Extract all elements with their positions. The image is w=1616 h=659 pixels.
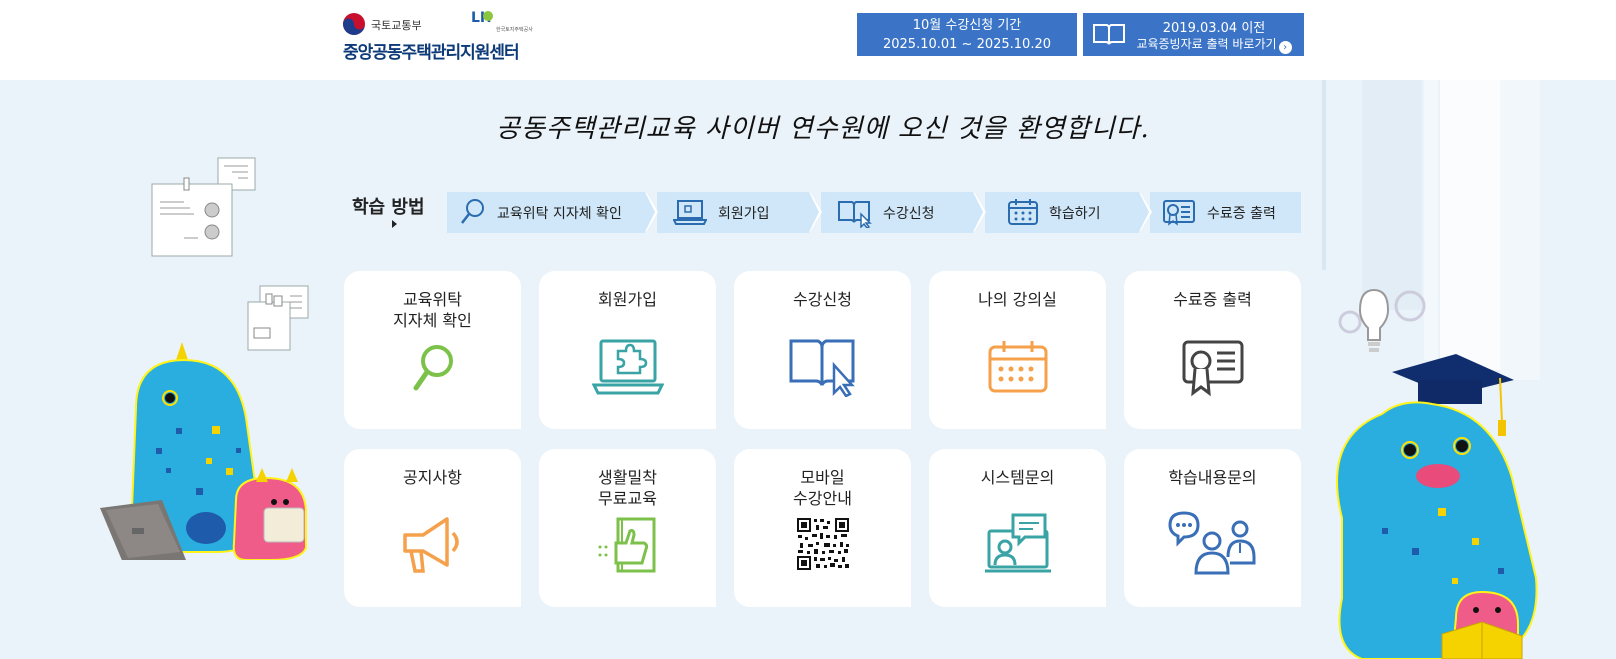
card-system-inquiry[interactable]: 시스템문의 xyxy=(929,449,1106,607)
card-sign-up[interactable]: 회원가입 xyxy=(539,271,716,429)
card-title: 모바일수강안내 xyxy=(734,467,911,509)
calendar-icon xyxy=(988,341,1047,393)
triangle-right-icon xyxy=(392,220,397,228)
chevron-right-icon: › xyxy=(1278,41,1292,54)
enrollment-period-button[interactable]: 10월 수강신청 기간 2025.10.01 ~ 2025.10.20 xyxy=(857,13,1077,56)
step-label: 수료증 출력 xyxy=(1207,206,1276,222)
laptop-icon xyxy=(673,200,707,225)
card-my-classroom[interactable]: 나의 강의실 xyxy=(929,271,1106,429)
card-title: 수료증 출력 xyxy=(1124,289,1301,310)
cert-button-label: 교육증빙자료 출력 바로가기 xyxy=(1136,37,1277,51)
book-cursor-icon xyxy=(838,201,872,228)
lh-logo-dot xyxy=(483,11,493,21)
period-title: 10월 수강신청 기간 xyxy=(912,18,1022,33)
card-title-line1: 수강신청 xyxy=(793,290,852,309)
period-dates: 2025.10.01 ~ 2025.10.20 xyxy=(882,37,1052,52)
card-title-line1: 학습내용문의 xyxy=(1168,468,1257,487)
open-book-icon xyxy=(1093,24,1125,45)
lh-subtitle: 한국토지주택공사 xyxy=(496,27,533,33)
certificate-icon xyxy=(1182,340,1243,397)
card-title: 시스템문의 xyxy=(929,467,1106,488)
cert-button-label-wrap: 교육증빙자료 출력 바로가기 › xyxy=(1131,35,1297,54)
monitor-chat-icon xyxy=(984,513,1051,573)
step-enroll: 수강신청 xyxy=(821,192,986,233)
search-icon xyxy=(461,199,484,224)
card-title-line1: 시스템문의 xyxy=(980,468,1055,487)
card-title-line1: 모바일 xyxy=(800,468,845,487)
document-illustration xyxy=(151,157,256,257)
certificate-icon xyxy=(1163,200,1195,226)
card-notice[interactable]: 공지사항 xyxy=(344,449,521,607)
step-label: 교육위탁 지자체 확인 xyxy=(497,206,622,222)
main-content: 공동주택관리교육 사이버 연수원에 오신 것을 환영합니다. 학습 방법 교육위… xyxy=(0,80,1616,659)
blue-mascot-with-laptop xyxy=(100,342,307,560)
cert-button-date: 2019.03.04 이전 xyxy=(1162,21,1266,36)
site-header: 국토교통부 LH 한국토지주택공사 중앙공동주택관리지원센터 10월 수강신청 … xyxy=(0,0,1616,80)
card-title: 공지사항 xyxy=(344,467,521,488)
card-title: 생활밀착무료교육 xyxy=(539,467,716,509)
step-study: 학습하기 xyxy=(985,192,1152,233)
card-title: 수강신청 xyxy=(734,289,911,310)
card-title-line1: 공지사항 xyxy=(403,468,462,487)
card-title-line2: 지자체 확인 xyxy=(393,311,472,330)
card-title-line2: 무료교육 xyxy=(598,489,657,508)
card-enroll[interactable]: 수강신청 xyxy=(734,271,911,429)
card-confirm-local-gov[interactable]: 교육위탁지자체 확인 xyxy=(344,271,521,429)
blue-mascot-graduate xyxy=(1336,354,1538,659)
card-content-inquiry[interactable]: 학습내용문의 xyxy=(1124,449,1301,607)
ministry-name: 국토교통부 xyxy=(371,19,422,32)
card-title: 교육위탁지자체 확인 xyxy=(344,289,521,331)
step-label: 수강신청 xyxy=(883,206,935,222)
center-name: 중앙공동주택관리지원센터 xyxy=(343,43,520,63)
book-cursor-icon xyxy=(789,339,855,397)
korea-emblem-icon xyxy=(343,13,365,35)
qr-code-icon[interactable] xyxy=(795,517,850,571)
card-life-education[interactable]: 생활밀착무료교육 xyxy=(539,449,716,607)
card-mobile-guide[interactable]: 모바일수강안내 xyxy=(734,449,911,607)
step-label: 회원가입 xyxy=(718,206,770,222)
megaphone-icon xyxy=(402,517,459,573)
step-sign-up: 회원가입 xyxy=(657,192,822,233)
card-title: 학습내용문의 xyxy=(1124,467,1301,488)
calendar-icon xyxy=(1008,199,1038,225)
search-icon xyxy=(413,345,453,391)
step-label: 학습하기 xyxy=(1049,206,1101,222)
card-title: 회원가입 xyxy=(539,289,716,310)
legacy-certificate-button[interactable]: 2019.03.04 이전 교육증빙자료 출력 바로가기 › xyxy=(1083,13,1304,56)
card-print-certificate[interactable]: 수료증 출력 xyxy=(1124,271,1301,429)
welcome-message: 공동주택관리교육 사이버 연수원에 오신 것을 환영합니다. xyxy=(496,114,1150,144)
thumbs-up-book-icon xyxy=(598,517,655,573)
step-confirm-local-gov: 교육위탁 지자체 확인 xyxy=(447,192,658,233)
card-title-line1: 회원가입 xyxy=(598,290,657,309)
learning-steps: 교육위탁 지자체 확인 회원가입 수강신청 학습하기 수료증 출력 xyxy=(447,192,1301,233)
site-logo[interactable]: 국토교통부 LH 한국토지주택공사 중앙공동주택관리지원센터 xyxy=(343,9,543,63)
laptop-puzzle-icon xyxy=(591,339,664,395)
card-title: 나의 강의실 xyxy=(929,289,1106,310)
card-title-line1: 나의 강의실 xyxy=(978,290,1057,309)
card-title-line1: 교육위탁 xyxy=(403,290,462,309)
learning-steps-title: 학습 방법 xyxy=(352,197,425,218)
people-chat-icon xyxy=(1167,511,1255,575)
card-title-line1: 수료증 출력 xyxy=(1173,290,1252,309)
card-title-line2: 수강안내 xyxy=(793,489,852,508)
card-title-line1: 생활밀착 xyxy=(598,468,657,487)
step-print-certificate: 수료증 출력 xyxy=(1150,192,1301,233)
